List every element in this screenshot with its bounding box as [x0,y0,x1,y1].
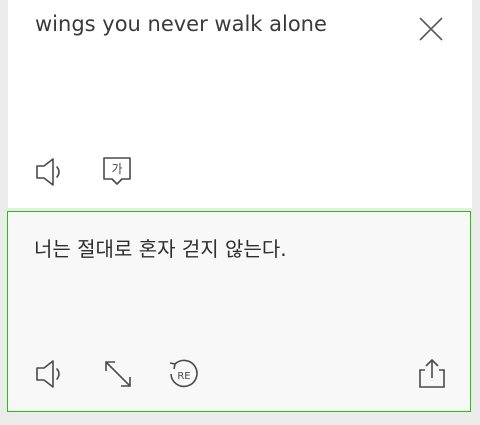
result-panel: 너는 절대로 혼자 걷지 않는다. RE [7,211,471,412]
speaker-icon[interactable] [35,156,67,188]
hangul-input-icon[interactable]: 가 [102,156,134,188]
source-text[interactable]: wings you never walk alone [35,12,327,36]
source-panel: wings you never walk alone 가 [8,0,472,208]
expand-icon[interactable] [102,358,134,390]
hangul-input-glyph: 가 [111,162,122,176]
result-text: 너는 절대로 혼자 걷지 않는다. [34,237,287,261]
translation-screen: wings you never walk alone 가 너는 절대로 혼자 걷… [0,0,480,425]
retranslate-glyph: RE [177,371,190,382]
close-icon[interactable] [418,16,444,42]
speaker-icon[interactable] [35,358,67,390]
share-icon[interactable] [416,358,448,390]
retranslate-icon[interactable]: RE [167,358,199,390]
